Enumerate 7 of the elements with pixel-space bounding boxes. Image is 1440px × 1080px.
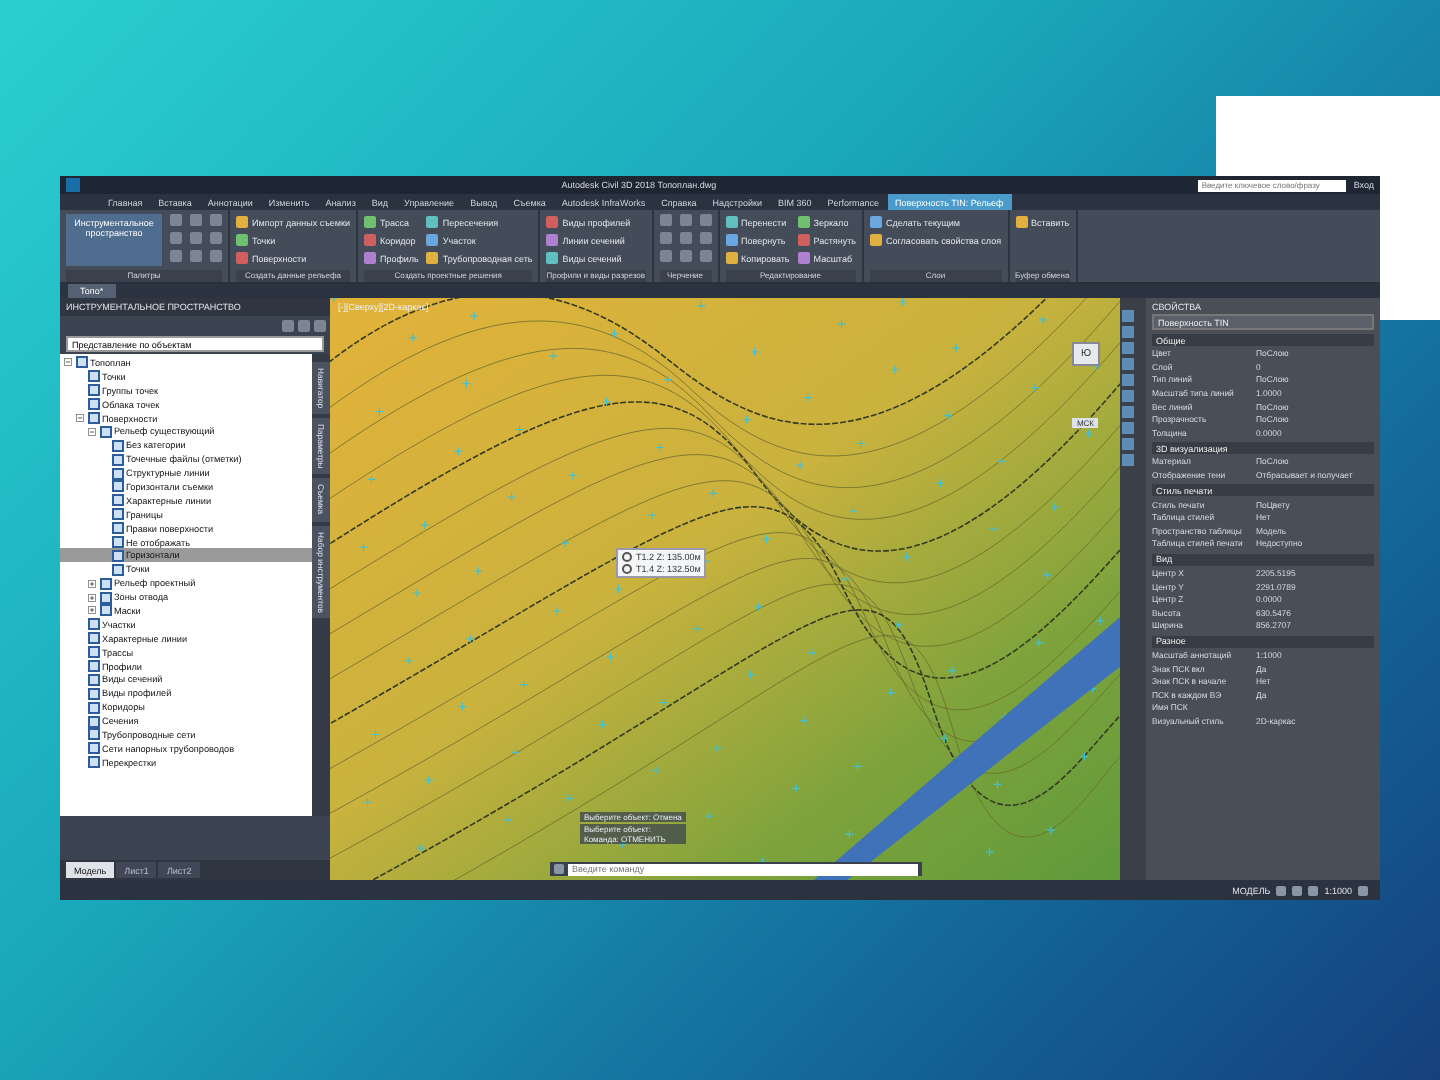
expand-icon[interactable] [88,579,96,588]
collapse-icon[interactable] [76,414,84,422]
collapse-icon[interactable] [64,358,72,367]
expand-icon[interactable] [88,593,96,602]
collapse-icon[interactable] [88,427,96,436]
expand-icon[interactable] [88,606,96,615]
app-logo-icon [66,178,80,192]
